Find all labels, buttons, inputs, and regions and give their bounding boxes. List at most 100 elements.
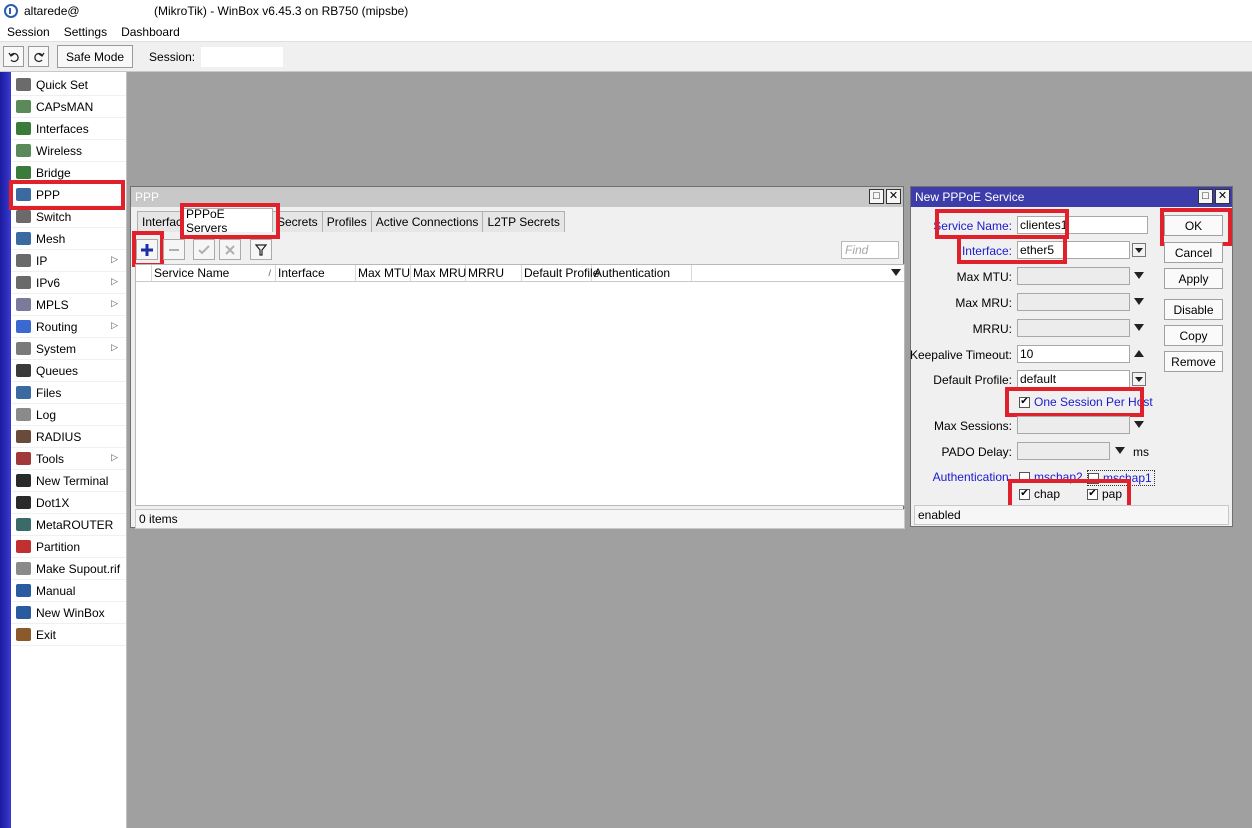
ok-button-highlight (1160, 208, 1232, 246)
sidebar-item-tools[interactable]: Tools ▷ (11, 448, 126, 470)
sidebar-item-ip[interactable]: IP ▷ (11, 250, 126, 272)
sidebar-item-mesh[interactable]: Mesh (11, 228, 126, 250)
window-title: (MikroTik) - WinBox v6.45.3 on RB750 (mi… (154, 4, 409, 18)
interface-dropdown-button[interactable] (1132, 243, 1146, 257)
menu-session[interactable]: Session (7, 25, 50, 39)
max-mtu-toggle-icon[interactable] (1134, 272, 1144, 279)
sidebar-item-routing[interactable]: Routing ▷ (11, 316, 126, 338)
sidebar-item-label: New Terminal (36, 473, 109, 488)
cancel-button[interactable]: Cancel (1164, 242, 1223, 263)
max-mru-field[interactable] (1017, 293, 1130, 311)
submenu-arrow-icon: ▷ (111, 320, 118, 330)
redo-button[interactable] (28, 46, 49, 67)
disable-button[interactable] (219, 239, 241, 260)
sidebar-item-queues[interactable]: Queues (11, 360, 126, 382)
column-max-mtu[interactable]: Max MTU (356, 265, 411, 281)
copy-button[interactable]: Copy (1164, 325, 1223, 346)
sidebar-item-label: Dot1X (36, 495, 70, 510)
sidebar-item-label: MPLS (36, 297, 69, 312)
sidebar-item-mpls[interactable]: MPLS ▷ (11, 294, 126, 316)
dialog-maximize-button[interactable]: □ (1198, 189, 1213, 204)
enable-button[interactable] (193, 239, 215, 260)
sidebar-item-manual[interactable]: Manual (11, 580, 126, 602)
sidebar-item-wireless[interactable]: Wireless (11, 140, 126, 162)
column-mrru[interactable]: MRRU (466, 265, 522, 281)
sidebar-item-quick-set[interactable]: Quick Set (11, 74, 126, 96)
column-blank (136, 265, 152, 281)
filter-button[interactable] (250, 239, 272, 260)
tools-icon (16, 452, 31, 465)
submenu-arrow-icon: ▷ (111, 342, 118, 352)
sidebar-item-ipv6[interactable]: IPv6 ▷ (11, 272, 126, 294)
keepalive-field[interactable]: 10 (1017, 345, 1130, 363)
tab-profiles[interactable]: Profiles (321, 211, 372, 232)
dialog-close-button[interactable]: ✕ (1215, 189, 1230, 204)
sidebar-item-interfaces[interactable]: Interfaces (11, 118, 126, 140)
menu-dashboard[interactable]: Dashboard (121, 25, 180, 39)
column-default-profile[interactable]: Default Profile (522, 265, 599, 281)
menu-settings[interactable]: Settings (64, 25, 107, 39)
sidebar-item-label: Mesh (36, 231, 66, 246)
sidebar-item-metarouter[interactable]: MetaROUTER (11, 514, 126, 536)
safe-mode-button[interactable]: Safe Mode (57, 45, 134, 68)
max-mtu-field[interactable] (1017, 267, 1130, 285)
find-input[interactable]: Find (841, 241, 899, 259)
sidebar-item-label: Queues (36, 363, 79, 378)
pado-delay-field[interactable] (1017, 442, 1110, 460)
routing-icon (16, 320, 31, 333)
sidebar-item-label: CAPsMAN (36, 99, 94, 114)
sidebar-item-capsman[interactable]: CAPsMAN (11, 96, 126, 118)
sidebar-item-label: Partition (36, 539, 81, 554)
dialog-titlebar[interactable]: New PPPoE Service □ ✕ (911, 187, 1232, 207)
max-sessions-toggle-icon[interactable] (1134, 421, 1144, 428)
undo-button[interactable] (3, 46, 24, 67)
default-profile-select[interactable]: default (1017, 370, 1130, 388)
pado-unit: ms (1133, 445, 1149, 459)
window-user: altarede@ (24, 4, 80, 18)
sidebar-item-system[interactable]: System ▷ (11, 338, 126, 360)
tab-active-connections[interactable]: Active Connections (370, 211, 484, 232)
sidebar-item-dot1x[interactable]: Dot1X (11, 492, 126, 514)
exit-icon (16, 628, 31, 641)
sidebar-item-partition[interactable]: Partition (11, 536, 126, 558)
default-profile-dropdown-button[interactable] (1132, 372, 1146, 386)
maximize-button[interactable]: □ (869, 189, 884, 204)
dot1x-icon (16, 496, 31, 509)
sidebar-item-make-supout-rif[interactable]: Make Supout.rif (11, 558, 126, 580)
max-mru-toggle-icon[interactable] (1134, 298, 1144, 305)
mrru-label: MRRU: (972, 322, 1012, 336)
tab-interface[interactable]: Interface (137, 211, 182, 232)
winbox-icon (16, 606, 31, 619)
antenna-icon (16, 100, 31, 113)
column-interface[interactable]: Interface (276, 265, 356, 281)
columns-dropdown-icon[interactable] (891, 269, 901, 276)
column-authentication[interactable]: Authentication (592, 265, 692, 281)
keepalive-toggle-icon[interactable] (1134, 350, 1144, 357)
sidebar-item-label: Tools (36, 451, 65, 466)
sidebar-item-exit[interactable]: Exit (11, 624, 126, 646)
submenu-arrow-icon: ▷ (111, 452, 118, 462)
apply-button[interactable]: Apply (1164, 268, 1223, 289)
main-toolbar: Safe Mode Session: (0, 42, 1252, 72)
gear-icon (16, 342, 31, 355)
close-button[interactable]: ✕ (886, 189, 901, 204)
tab-l2tp-secrets[interactable]: L2TP Secrets (482, 211, 565, 232)
disable-button[interactable]: Disable (1164, 299, 1223, 320)
pado-delay-toggle-icon[interactable] (1115, 447, 1125, 454)
max-sessions-field[interactable] (1017, 416, 1130, 434)
sidebar-item-new-winbox[interactable]: New WinBox (11, 602, 126, 624)
sidebar-item-log[interactable]: Log (11, 404, 126, 426)
sidebar-item-label: Files (36, 385, 62, 400)
sidebar-item-files[interactable]: Files (11, 382, 126, 404)
mrru-field[interactable] (1017, 319, 1130, 337)
sidebar-item-radius[interactable]: RADIUS (11, 426, 126, 448)
column-service-name[interactable]: Service Name / (152, 265, 276, 281)
remove-button[interactable]: Remove (1164, 351, 1223, 372)
mrru-toggle-icon[interactable] (1134, 324, 1144, 331)
remove-button[interactable] (163, 239, 185, 260)
sidebar-item-label: IP (36, 253, 48, 268)
column-max-mru[interactable]: Max MRU (411, 265, 466, 281)
interface-highlight (957, 235, 1067, 264)
sidebar-item-new-terminal[interactable]: New Terminal (11, 470, 126, 492)
session-field[interactable] (201, 46, 284, 67)
